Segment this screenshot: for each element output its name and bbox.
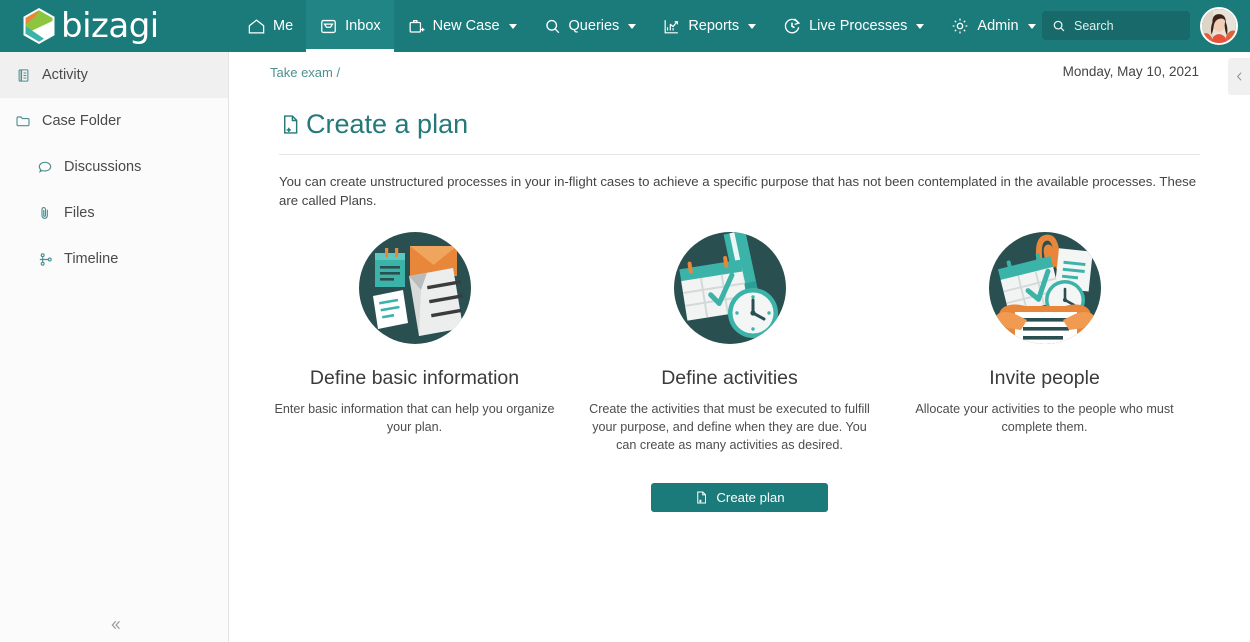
- documents-envelope-notes-illustration: [358, 232, 471, 345]
- card-description: Create the activities that must be execu…: [589, 402, 870, 453]
- main-content: Take exam / Monday, May 10, 2021 Create …: [229, 52, 1250, 642]
- activity-list-icon: [14, 68, 32, 83]
- inbox-icon: [321, 19, 337, 33]
- gear-icon: [953, 18, 968, 34]
- card-title: Define basic information: [309, 367, 520, 390]
- create-plan-button[interactable]: Create plan: [651, 482, 828, 512]
- sidebar-item-discussions-label: Discussions: [64, 159, 142, 175]
- search-placeholder: Search: [1074, 18, 1114, 33]
- refresh-clock-icon: [784, 18, 801, 34]
- hands-documents-clock-illustration: [988, 232, 1101, 345]
- folder-icon: [14, 113, 32, 129]
- page-intro-text: You can create unstructured processes in…: [279, 174, 1197, 209]
- avatar-photo: [1202, 9, 1236, 43]
- bizagi-hexagon-logo: [23, 8, 55, 44]
- nav-item-queries[interactable]: Queries: [530, 0, 650, 52]
- home-icon: [248, 18, 265, 33]
- timeline-nodes-icon: [36, 251, 54, 268]
- avatar[interactable]: [1200, 7, 1238, 45]
- sidebar: Activity Case Folder Discussions Files T…: [0, 52, 229, 642]
- brand-logo[interactable]: bizagi: [22, 7, 212, 45]
- card-define-basic-information: Define basic information Enter basic inf…: [257, 228, 572, 455]
- nav-item-live-processes-label: Live Processes: [809, 18, 908, 34]
- chevron-down-icon: [748, 23, 757, 29]
- create-plan-button-label: Create plan: [716, 489, 785, 505]
- discussion-bubble-icon: [36, 159, 54, 175]
- sidebar-item-discussions[interactable]: Discussions: [0, 144, 228, 190]
- nav-item-admin-label: Admin: [977, 18, 1019, 34]
- paperclip-icon: [36, 205, 54, 221]
- page-title: Create a plan: [279, 109, 1250, 140]
- sidebar-item-case-folder[interactable]: Case Folder: [0, 98, 228, 144]
- document-plus-icon: [697, 491, 707, 504]
- cards-row: Define basic information Enter basic inf…: [257, 228, 1222, 455]
- sidebar-item-timeline-label: Timeline: [64, 251, 119, 267]
- calendar-pencil-clock-illustration: [673, 232, 786, 345]
- search-icon: [1053, 20, 1065, 31]
- search-input[interactable]: Search: [1042, 11, 1190, 40]
- nav-item-inbox-label: Inbox: [345, 18, 381, 34]
- create-plan-button-row: Create plan: [229, 482, 1250, 512]
- card-define-activities: Define activities Create the activities …: [572, 228, 887, 455]
- nav-item-reports-label: Reports: [688, 18, 740, 34]
- sidebar-item-timeline[interactable]: Timeline: [0, 236, 228, 282]
- chevron-down-icon: [508, 23, 517, 29]
- top-navigation-bar: bizagi Me Inbox New Case Queries Reports…: [0, 0, 1250, 52]
- breadcrumb[interactable]: Take exam /: [270, 65, 340, 80]
- right-panel-collapse-button[interactable]: [1228, 58, 1250, 95]
- card-title: Define activities: [661, 367, 798, 390]
- sidebar-collapse-button[interactable]: [0, 616, 229, 634]
- sidebar-item-files[interactable]: Files: [0, 190, 228, 236]
- sidebar-item-activity-label: Activity: [42, 67, 88, 83]
- nav-item-new-case[interactable]: New Case: [394, 0, 530, 52]
- card-invite-people: Invite people Allocate your activities t…: [887, 228, 1202, 455]
- page-title-text: Create a plan: [306, 109, 469, 139]
- nav-item-new-case-label: New Case: [432, 18, 500, 34]
- card-description: Allocate your activities to the people w…: [915, 402, 1174, 435]
- search-icon: [545, 19, 559, 33]
- nav-item-queries-label: Queries: [568, 18, 620, 34]
- chevron-left-icon: [1236, 72, 1241, 81]
- current-date: Monday, May 10, 2021: [1062, 64, 1199, 79]
- chevron-down-icon: [628, 23, 637, 29]
- briefcase-plus-icon: [409, 19, 425, 33]
- breadcrumb-bar: Take exam / Monday, May 10, 2021: [229, 52, 1250, 95]
- card-title: Invite people: [989, 367, 1100, 390]
- sidebar-item-case-folder-label: Case Folder: [42, 113, 121, 129]
- chevron-down-icon: [916, 23, 925, 29]
- title-divider: [279, 154, 1200, 155]
- document-plus-icon: [284, 115, 298, 134]
- top-nav-items: Me Inbox New Case Queries Reports Live P…: [234, 0, 1049, 52]
- double-chevron-left-icon: [111, 620, 120, 630]
- nav-item-me-label: Me: [273, 18, 294, 34]
- card-description: Enter basic information that can help yo…: [274, 402, 555, 435]
- nav-item-admin[interactable]: Admin: [937, 0, 1048, 52]
- sidebar-item-files-label: Files: [64, 205, 95, 221]
- nav-item-reports[interactable]: Reports: [649, 0, 769, 52]
- chevron-down-icon: [1027, 23, 1036, 29]
- nav-item-inbox[interactable]: Inbox: [306, 0, 395, 52]
- sidebar-item-activity[interactable]: Activity: [0, 52, 228, 98]
- chart-icon: [664, 19, 679, 33]
- nav-item-me[interactable]: Me: [234, 0, 306, 52]
- brand-name: bizagi: [61, 6, 159, 46]
- nav-item-live-processes[interactable]: Live Processes: [769, 0, 937, 52]
